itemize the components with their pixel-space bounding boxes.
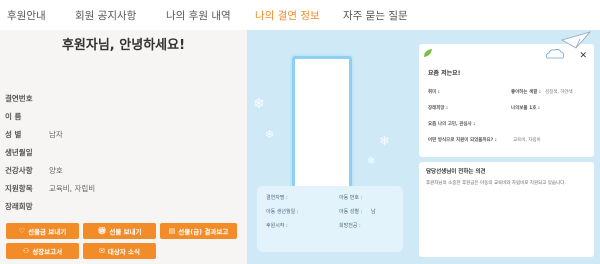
summary-label-treasure: 나의보물 1호 : xyxy=(511,106,540,111)
document-icon: ▤ xyxy=(168,227,176,235)
summary-value-support-method: 교육비, 자립비 xyxy=(513,138,541,143)
teacher-comment-card: 담당선생님이 전하는 의견 후원자님의 소중한 후원금은 아동의 교육비와 자립… xyxy=(419,162,594,257)
card-label-desired-major: 희망전공 : xyxy=(339,223,361,229)
row-label-birthdate: 생년월일 xyxy=(5,148,33,157)
row-label-name: 이 름 xyxy=(5,112,22,121)
card-value-child-gender: 남 xyxy=(371,209,376,215)
row-value-support-items: 교육비, 자립비 xyxy=(49,184,96,193)
summary-label-favorite-color: 좋아하는 색깔 : xyxy=(511,90,541,95)
teacher-comment-body: 후원자님의 소중한 후원금은 아동의 교육비와 자립비로 지원되고 있습니다. xyxy=(426,181,566,186)
nav-item-faq[interactable]: 자주 묻는 질문 xyxy=(343,8,408,23)
snowflake-icon: ❄ xyxy=(367,156,376,167)
send-gift-money-button[interactable]: ♡ 선물금 보내기 xyxy=(6,223,79,239)
mail-icon: ✉ xyxy=(98,247,105,255)
nav-item-member-notices[interactable]: 회원 공지사항 xyxy=(75,8,136,23)
teacher-comment-title: 담당선생님이 전하는 의견 xyxy=(426,169,486,175)
card-label-child-number: 아동 번호 : xyxy=(339,195,363,201)
cloud-icon xyxy=(545,48,565,59)
summary-value-favorite-color: 검정색, 하얀색 xyxy=(545,90,573,95)
leaf-icon xyxy=(424,49,432,57)
row-value-health: 양호 xyxy=(49,166,63,175)
recent-me-card: ✕ 요즘 저는요! 취미 : 좋아하는 색깔 : 검정색, 하얀색 장래희망 :… xyxy=(419,44,594,157)
card-label-child-birthdate: 아동 생년월일 : xyxy=(266,209,299,215)
send-gift-button[interactable]: 🎁︎ 선물 보내기 xyxy=(83,223,156,239)
person-icon: ⚇ xyxy=(22,247,30,255)
growth-report-button[interactable]: ⚇ 성장보고서 xyxy=(6,243,79,259)
row-label-future-dream: 장래희망 xyxy=(5,202,33,211)
summary-label-hobby: 취미 : xyxy=(428,90,440,95)
child-photo-frame xyxy=(292,56,352,190)
nav-item-my-sponsorship[interactable]: 나의 결연 정보 xyxy=(255,8,320,23)
snowflake-icon: ❄ xyxy=(265,128,275,141)
card-label-child-gender: 아동 성별 : xyxy=(339,209,363,215)
snowflake-icon: ❄ xyxy=(379,134,390,149)
row-label-match-number: 결연번호 xyxy=(5,94,33,103)
sponsor-info-panel: 후원자님, 안녕하세요! 결연번호 이 름 성 별 남자 생년월일 건강사항 양… xyxy=(0,30,247,264)
top-nav: 후원안내 회원 공지사항 나의 후원 내역 나의 결연 정보 자주 묻는 질문 xyxy=(0,0,600,30)
summary-label-concerns: 요즘 나의 고민, 관심사 : xyxy=(428,122,476,127)
summary-label-support-method: 어떤 방식으로 지원이 되었을까요? : xyxy=(428,138,497,143)
beneficiary-news-button[interactable]: ✉ 대상자 소식 xyxy=(83,243,156,259)
card-label-sponsor-start: 후원시작 : xyxy=(266,223,288,229)
summary-label-future-dream: 장래희망 : xyxy=(428,106,448,111)
child-info-card: 결연자명 : 아동 번호 : 아동 생년월일 : 아동 성별 : 남 후원시작 … xyxy=(257,186,403,252)
nav-item-my-donations[interactable]: 나의 후원 내역 xyxy=(166,8,231,23)
child-profile-panel: ❄ ❄ ❄ ❄ 결연자명 : 아동 번호 : 아동 생년월일 : 아동 성별 :… xyxy=(247,30,413,264)
greeting-title: 후원자님, 안녕하세요! xyxy=(61,38,186,53)
heart-icon: ♡ xyxy=(18,227,26,235)
row-label-health: 건강사항 xyxy=(5,166,33,175)
gift-icon: 🎁︎ xyxy=(97,227,107,235)
row-label-gender: 성 별 xyxy=(5,130,22,139)
child-news-panel: ✕ 요즘 저는요! 취미 : 좋아하는 색깔 : 검정색, 하얀색 장래희망 :… xyxy=(413,30,600,264)
row-label-support-items: 지원항목 xyxy=(5,184,33,193)
gift-result-report-button[interactable]: ▤ 선물(금) 결과보고 xyxy=(160,223,237,239)
row-value-gender: 남자 xyxy=(49,130,63,139)
recent-me-title: 요즘 저는요! xyxy=(428,70,461,77)
nav-item-donation-guide[interactable]: 후원안내 xyxy=(7,8,46,23)
card-label-sponsor-name: 결연자명 : xyxy=(266,195,288,201)
snowflake-icon: ❄ xyxy=(253,96,265,112)
